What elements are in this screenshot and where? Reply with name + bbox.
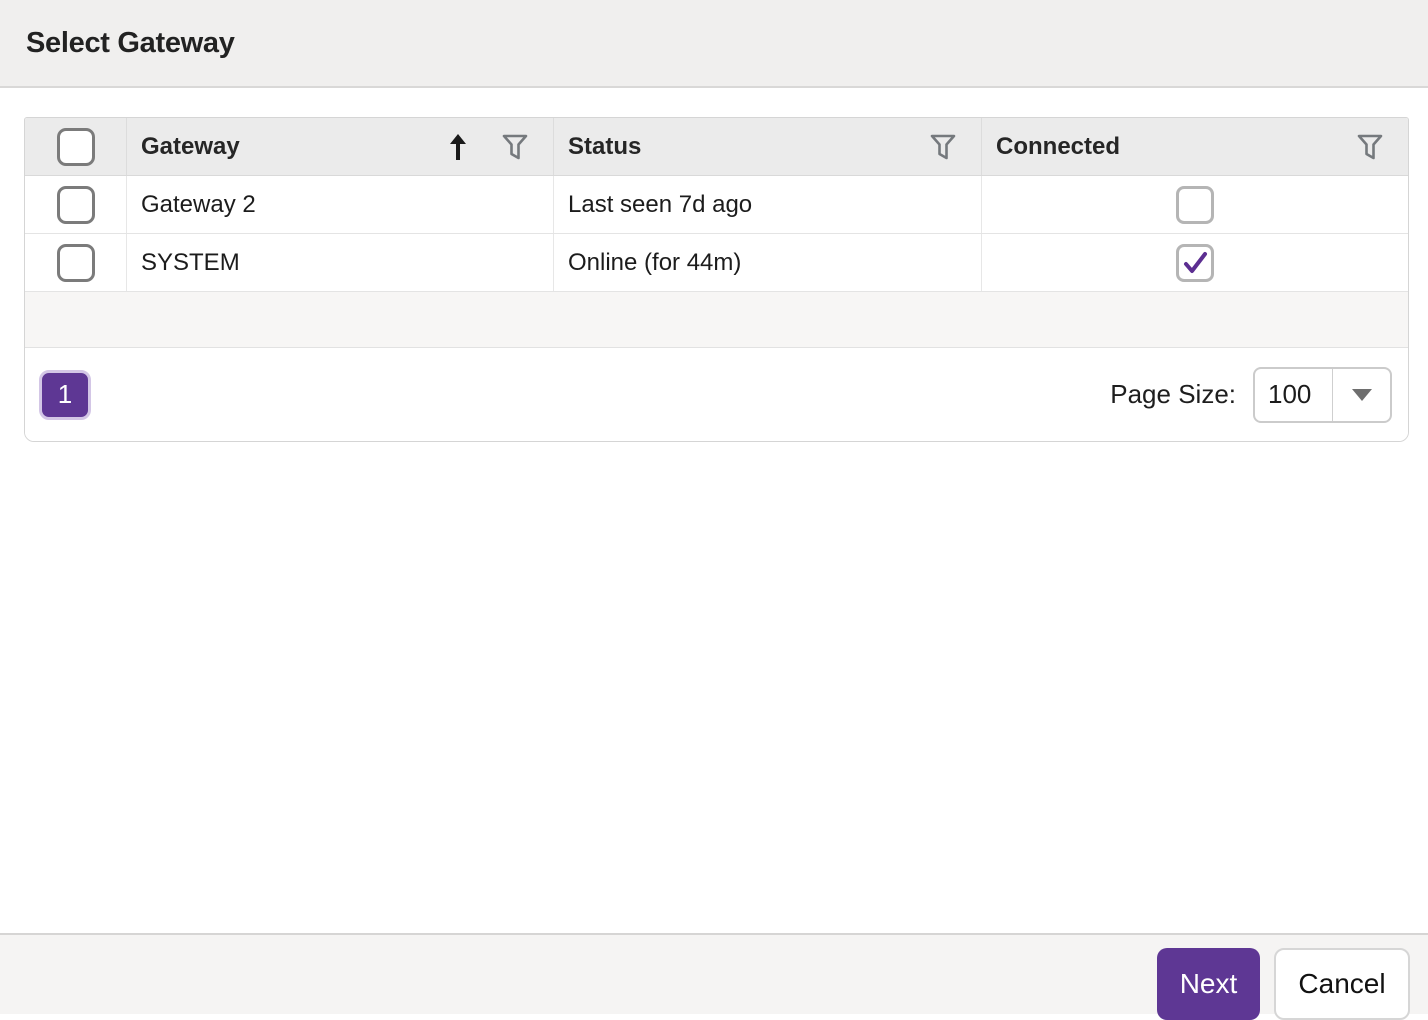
connected-cell — [982, 176, 1408, 233]
row-select-cell — [25, 176, 127, 233]
caret-down-icon[interactable] — [1333, 369, 1390, 421]
filter-icon[interactable] — [501, 132, 529, 162]
row-select-cell — [25, 234, 127, 291]
dialog-title: Select Gateway — [26, 26, 235, 59]
next-button[interactable]: Next — [1157, 948, 1260, 1020]
gateway-cell[interactable]: Gateway 2 — [127, 176, 554, 233]
connected-cell — [982, 234, 1408, 291]
gateway-cell[interactable]: SYSTEM — [127, 234, 554, 291]
column-header-status[interactable]: Status — [554, 118, 982, 175]
table-empty-filler — [25, 292, 1408, 348]
column-header-gateway-label: Gateway — [141, 132, 240, 160]
column-header-connected-label: Connected — [996, 132, 1121, 160]
table-row[interactable]: SYSTEM Online (for 44m) — [25, 234, 1408, 292]
status-cell[interactable]: Last seen 7d ago — [554, 176, 982, 233]
column-header-gateway[interactable]: Gateway — [127, 118, 554, 175]
row-select-checkbox[interactable] — [56, 243, 95, 282]
cancel-button[interactable]: Cancel — [1274, 948, 1410, 1020]
page-size-value: 100 — [1255, 368, 1333, 421]
page-size-dropdown[interactable]: 100 — [1253, 366, 1392, 423]
page-size-label: Page Size: — [1110, 379, 1236, 409]
column-header-connected[interactable]: Connected — [982, 118, 1408, 175]
status-cell[interactable]: Online (for 44m) — [554, 234, 982, 291]
dialog-titlebar: Select Gateway — [0, 0, 1428, 88]
select-all-header-cell — [25, 118, 127, 175]
row-select-checkbox[interactable] — [56, 185, 95, 224]
table-header-row: Gateway Status Connected — [25, 118, 1408, 176]
filter-icon[interactable] — [929, 132, 957, 162]
connected-checkbox[interactable] — [1176, 243, 1214, 282]
page-1-button[interactable]: 1 — [39, 369, 91, 420]
pagination-bar: 1 Page Size: 100 — [25, 348, 1408, 441]
page-size-group: Page Size: 100 — [1110, 366, 1392, 423]
filter-icon[interactable] — [1356, 132, 1384, 162]
gateway-table: Gateway Status Connected Gateway 2 Last … — [24, 117, 1409, 442]
select-all-checkbox[interactable] — [56, 127, 95, 166]
column-header-status-label: Status — [568, 132, 642, 160]
connected-checkbox[interactable] — [1176, 185, 1214, 224]
sort-ascending-icon[interactable] — [445, 132, 471, 162]
table-row[interactable]: Gateway 2 Last seen 7d ago — [25, 176, 1408, 234]
